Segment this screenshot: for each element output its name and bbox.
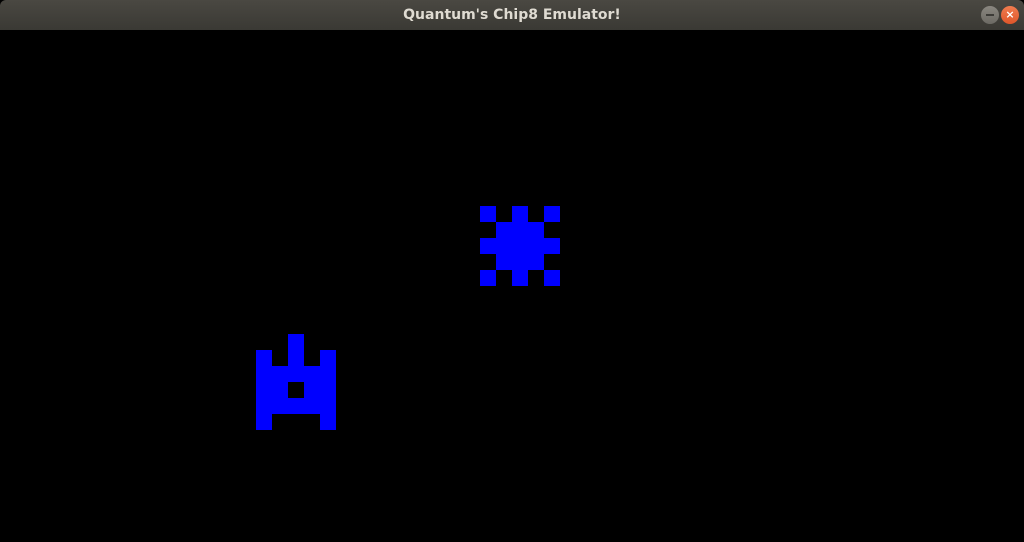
title-bar[interactable]: Quantum's Chip8 Emulator! × [0,0,1024,30]
display-pixel [256,398,272,414]
display-pixel [528,222,544,238]
display-pixel [512,222,528,238]
display-pixel [304,366,320,382]
display-pixel [304,398,320,414]
display-pixel [496,222,512,238]
display-pixel [480,270,496,286]
minimize-icon [986,14,994,16]
display-pixel [256,382,272,398]
display-pixel [320,366,336,382]
display-pixel [272,382,288,398]
close-icon: × [1005,8,1015,21]
display-pixel [288,334,304,350]
display-pixel [272,398,288,414]
display-pixel [480,238,496,254]
display-pixel [528,238,544,254]
display-pixel [256,414,272,430]
display-pixel [288,366,304,382]
display-pixel [544,238,560,254]
display-pixel [512,270,528,286]
display-pixel [288,350,304,366]
display-pixel [320,382,336,398]
minimize-button[interactable] [981,6,999,24]
display-pixel [496,254,512,270]
display-pixel [272,366,288,382]
display-pixel [512,254,528,270]
display-pixel [496,238,512,254]
close-button[interactable]: × [1001,6,1019,24]
display-pixel [320,350,336,366]
display-pixel [512,238,528,254]
display-pixel [256,350,272,366]
display-pixel [256,366,272,382]
display-pixel [544,270,560,286]
display-pixel [320,398,336,414]
chip8-display[interactable] [0,30,1024,542]
display-pixel [512,206,528,222]
display-pixel [544,206,560,222]
emulator-window: Quantum's Chip8 Emulator! × [0,0,1024,542]
display-pixel [304,382,320,398]
window-title: Quantum's Chip8 Emulator! [403,7,621,23]
display-pixel [320,414,336,430]
display-pixel [528,254,544,270]
display-pixel [288,398,304,414]
display-pixel [480,206,496,222]
